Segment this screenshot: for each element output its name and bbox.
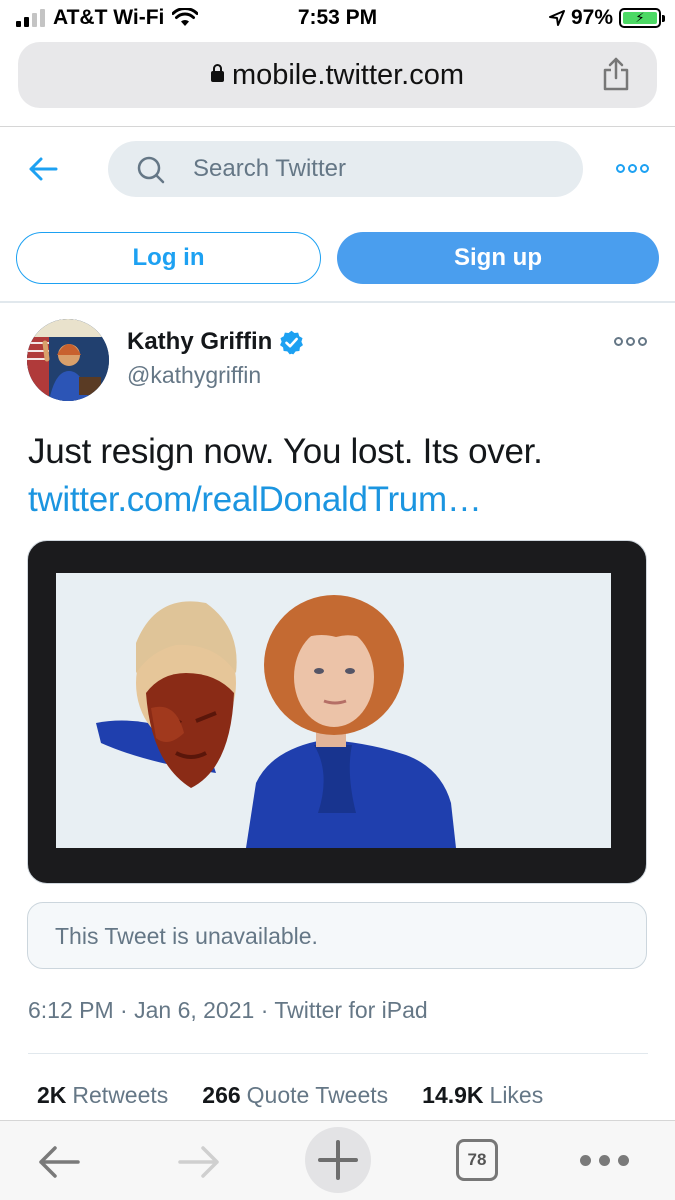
browser-more-icon[interactable] [580,1155,629,1166]
tweet-link[interactable]: twitter.com/realDonaldTrum… [28,476,648,524]
display-name-text: Kathy Griffin [127,328,273,355]
login-button[interactable]: Log in [16,232,321,284]
tweet-timestamp[interactable]: 6:12 PM · Jan 6, 2021 · Twitter for iPad [28,997,428,1024]
browser-toolbar: 78 [0,1120,675,1200]
tweet-body: Just resign now. You lost. Its over. twi… [28,428,648,524]
share-icon[interactable] [601,56,631,92]
url-text: mobile.twitter.com [231,59,465,91]
search-input[interactable]: Search Twitter [108,141,583,197]
likes-stat[interactable]: 14.9K Likes [422,1082,543,1109]
retweets-stat[interactable]: 2K Retweets [37,1082,168,1109]
more-options-icon[interactable] [616,164,649,173]
browser-back-icon[interactable] [36,1143,82,1181]
avatar-image [27,319,109,401]
tweet-media[interactable] [27,540,647,884]
tweet-text: Just resign now. You lost. Its over. [28,432,543,471]
divider [0,126,675,127]
author-handle[interactable]: @kathygriffin [127,362,261,389]
quote-tweets-stat[interactable]: 266 Quote Tweets [202,1082,388,1109]
search-placeholder: Search Twitter [193,155,346,182]
quoted-tweet-message: This Tweet is unavailable. [55,923,318,949]
lock-icon [210,64,224,82]
location-arrow-icon [548,10,565,26]
signup-button[interactable]: Sign up [337,232,659,284]
quoted-tweet-unavailable: This Tweet is unavailable. [27,902,647,969]
battery-charging-icon: ⚡ [619,8,665,28]
quote-tweets-count: 266 [202,1082,241,1108]
verified-badge-icon [280,330,304,354]
divider [28,1053,648,1054]
author-name[interactable]: Kathy Griffin [127,328,305,356]
status-bar: AT&T Wi-Fi 7:53 PM 97% ⚡ [0,0,675,36]
divider [0,301,675,303]
retweets-label: Retweets [72,1082,169,1108]
likes-count: 14.9K [422,1082,484,1108]
likes-label: Likes [489,1082,544,1108]
address-bar[interactable]: mobile.twitter.com [18,42,657,108]
tweet-photo [56,573,611,848]
status-right: 97% ⚡ [548,6,665,30]
url-display: mobile.twitter.com [18,59,657,92]
back-arrow-icon[interactable] [26,152,60,186]
browser-forward-icon[interactable] [176,1143,222,1181]
avatar[interactable] [27,319,109,401]
retweets-count: 2K [37,1082,67,1108]
tweet-stats: 2K Retweets 266 Quote Tweets 14.9K Likes [37,1082,543,1109]
quote-tweets-label: Quote Tweets [246,1082,389,1108]
search-icon [137,156,165,184]
tweet-more-icon[interactable] [614,337,647,346]
battery-percent: 97% [570,6,613,29]
plus-icon [318,1140,358,1180]
new-tab-button[interactable] [305,1127,371,1193]
tabs-button[interactable]: 78 [456,1139,498,1181]
